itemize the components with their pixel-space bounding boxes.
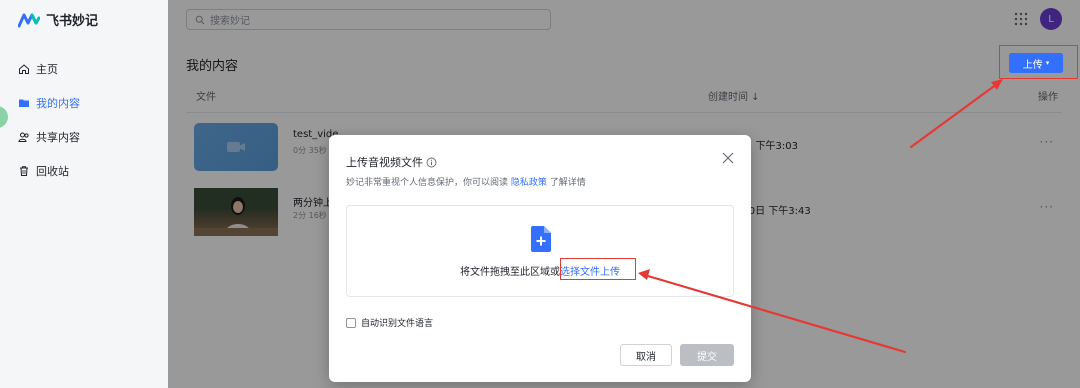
people-icon	[18, 132, 29, 142]
privacy-policy-link[interactable]: 隐私政策	[511, 178, 547, 188]
drop-text: 将文件拖拽至此区域或	[460, 267, 560, 278]
sidebar-item-label: 回收站	[36, 165, 69, 178]
home-icon	[19, 64, 29, 74]
sidebar: 飞书妙记 主页 我的内容 共享内容 回收站	[0, 0, 168, 388]
dialog-title-text: 上传音视频文件	[346, 156, 423, 169]
app-name: 飞书妙记	[46, 14, 99, 29]
upload-button-label: 上传	[1022, 59, 1043, 71]
subtitle-text: 妙记非常重视个人信息保护，你可以阅读	[346, 178, 509, 188]
sidebar-item-shared[interactable]: 共享内容	[0, 120, 168, 154]
info-icon[interactable]	[426, 157, 437, 168]
file-drop-zone[interactable]: 将文件拖拽至此区域或选择文件上传	[346, 205, 734, 297]
auto-detect-label: 自动识别文件语言	[361, 319, 434, 329]
subtitle-text: 了解详情	[549, 178, 586, 188]
sidebar-nav: 主页 我的内容 共享内容 回收站	[0, 52, 168, 188]
cancel-button[interactable]: 取消	[620, 344, 672, 366]
upload-dialog: 上传音视频文件 妙记非常重视个人信息保护，你可以阅读 隐私政策 了解详情 将文件…	[329, 135, 751, 382]
sidebar-item-label: 共享内容	[36, 131, 80, 144]
sidebar-item-home[interactable]: 主页	[0, 52, 168, 86]
dialog-subtitle: 妙记非常重视个人信息保护，你可以阅读 隐私政策 了解详情	[346, 175, 586, 188]
folder-icon	[19, 99, 29, 107]
drop-instructions: 将文件拖拽至此区域或选择文件上传	[347, 263, 733, 278]
auto-detect-language-option[interactable]: 自动识别文件语言	[346, 316, 433, 329]
upload-button-highlighted[interactable]: 上传 ▾	[1009, 53, 1063, 73]
sidebar-item-label: 主页	[36, 63, 58, 76]
file-add-icon	[531, 226, 551, 252]
trash-icon	[20, 166, 28, 176]
caret-down-icon: ▾	[1045, 59, 1050, 67]
sidebar-item-trash[interactable]: 回收站	[0, 154, 168, 188]
annotation-box	[560, 258, 636, 280]
close-icon[interactable]	[721, 151, 735, 165]
feishu-logo-icon	[18, 13, 40, 27]
app-logo[interactable]: 飞书妙记	[18, 10, 98, 29]
auto-detect-checkbox[interactable]	[346, 317, 356, 328]
sidebar-item-label: 我的内容	[36, 97, 80, 110]
dialog-title: 上传音视频文件	[346, 154, 437, 170]
sidebar-item-my-content[interactable]: 我的内容	[0, 86, 168, 120]
submit-button[interactable]: 提交	[680, 344, 734, 366]
